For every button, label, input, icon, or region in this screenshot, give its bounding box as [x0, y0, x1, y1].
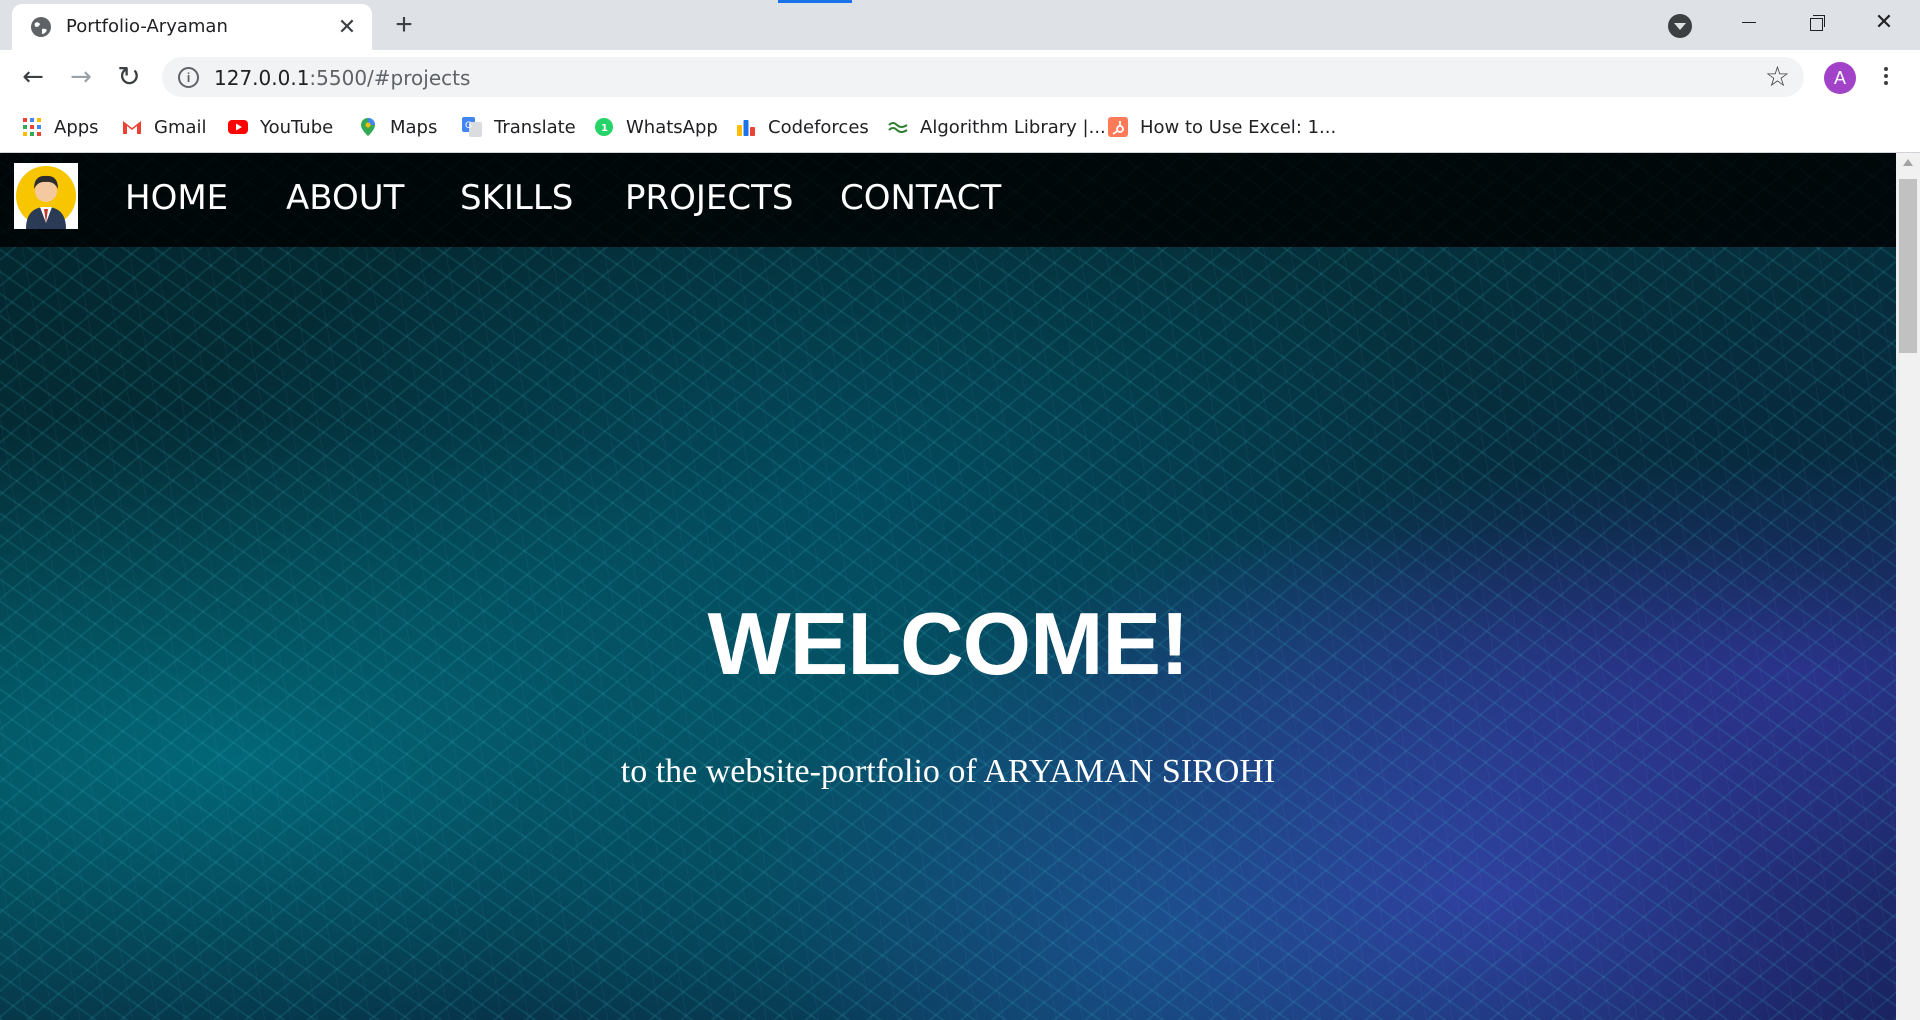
back-button[interactable]: ← [18, 62, 48, 92]
bookmark-maps[interactable]: Maps [358, 114, 437, 140]
bookmark-label: Translate [494, 116, 576, 138]
window-close-button[interactable]: ✕ [1864, 8, 1904, 38]
url-host: 127.0.0.1 [214, 66, 310, 90]
tab-loading-indicator [778, 0, 852, 3]
bookmark-youtube[interactable]: YouTube [228, 114, 333, 140]
bookmark-star-icon[interactable]: ☆ [1765, 61, 1790, 93]
nav-contact-link[interactable]: CONTACT [840, 178, 1001, 218]
tab-close-icon[interactable]: ✕ [336, 16, 358, 38]
bookmark-excel-article[interactable]: How to Use Excel: 1... [1108, 114, 1336, 140]
bookmark-label: Gmail [154, 116, 207, 138]
svg-text:1: 1 [601, 123, 608, 134]
browser-toolbar: ← → ↻ i 127.0.0.1:5500/#projects ☆ A [0, 50, 1920, 104]
tab-search-dropdown-icon[interactable] [1668, 14, 1692, 38]
site-logo[interactable] [14, 163, 78, 229]
forward-button[interactable]: → [66, 62, 96, 92]
bookmark-algorithm-library[interactable]: Algorithm Library |... [888, 114, 1106, 140]
url-path: :5500/#projects [309, 66, 471, 90]
browser-menu-icon[interactable] [1876, 64, 1896, 92]
bookmark-label: Maps [390, 116, 438, 138]
browser-tab-strip: Portfolio-Aryaman ✕ + ✕ [0, 0, 1920, 50]
translate-icon: G [462, 117, 482, 137]
tab-title: Portfolio-Aryaman [66, 16, 228, 37]
whatsapp-icon: 1 [595, 118, 613, 136]
avatar-logo-icon [16, 166, 76, 229]
reload-button[interactable]: ↻ [114, 62, 144, 92]
nav-home-link[interactable]: HOME [125, 178, 228, 218]
maps-icon [361, 118, 375, 136]
gmail-icon [123, 121, 141, 134]
apps-grid-icon [23, 118, 41, 136]
site-navbar: HOME ABOUT SKILLS PROJECTS CONTACT [0, 153, 1896, 247]
bookmark-whatsapp[interactable]: 1 WhatsApp [594, 114, 718, 140]
codeforces-icon [737, 120, 755, 136]
hubspot-icon [1108, 117, 1128, 137]
bookmark-label: Codeforces [768, 116, 869, 138]
globe-icon [31, 17, 51, 37]
scroll-up-arrow-icon[interactable] [1903, 159, 1913, 166]
nav-about-link[interactable]: ABOUT [286, 178, 404, 218]
url-text[interactable]: 127.0.0.1:5500/#projects [214, 66, 470, 90]
nav-projects-link[interactable]: PROJECTS [625, 178, 794, 218]
algorithm-library-icon [888, 122, 908, 133]
bookmark-apps[interactable]: Apps [22, 114, 99, 140]
portfolio-page: HOME ABOUT SKILLS PROJECTS CONTACT WELCO… [0, 153, 1896, 1020]
page-scrollbar[interactable] [1896, 153, 1920, 1020]
bookmark-gmail[interactable]: Gmail [122, 114, 207, 140]
window-restore-button[interactable] [1796, 8, 1836, 38]
bookmark-label: Algorithm Library |... [920, 116, 1106, 138]
scrollbar-thumb[interactable] [1899, 179, 1917, 353]
hero-background-mesh [0, 153, 1896, 1020]
bookmark-label: Apps [54, 116, 99, 138]
address-bar[interactable]: i 127.0.0.1:5500/#projects ☆ [162, 57, 1804, 97]
new-tab-button[interactable]: + [390, 10, 418, 40]
bookmark-label: How to Use Excel: 1... [1140, 116, 1337, 138]
nav-skills-link[interactable]: SKILLS [460, 178, 573, 218]
bookmark-label: YouTube [260, 116, 334, 138]
browser-tab-active[interactable]: Portfolio-Aryaman ✕ [12, 4, 372, 50]
hero-title: WELCOME! [707, 594, 1190, 693]
window-minimize-button[interactable] [1728, 8, 1768, 38]
youtube-icon [228, 120, 248, 134]
svg-text:G: G [465, 121, 472, 131]
hero-subtitle: to the website-portfolio of ARYAMAN SIRO… [620, 753, 1276, 790]
bookmark-translate[interactable]: G Translate [462, 114, 576, 140]
bookmark-codeforces[interactable]: Codeforces [736, 114, 869, 140]
bookmarks-bar: Apps Gmail YouTube Maps G Translate 1 Wh… [0, 104, 1920, 153]
site-info-icon[interactable]: i [178, 67, 199, 88]
bookmark-label: WhatsApp [626, 116, 718, 138]
profile-avatar[interactable]: A [1824, 62, 1856, 94]
